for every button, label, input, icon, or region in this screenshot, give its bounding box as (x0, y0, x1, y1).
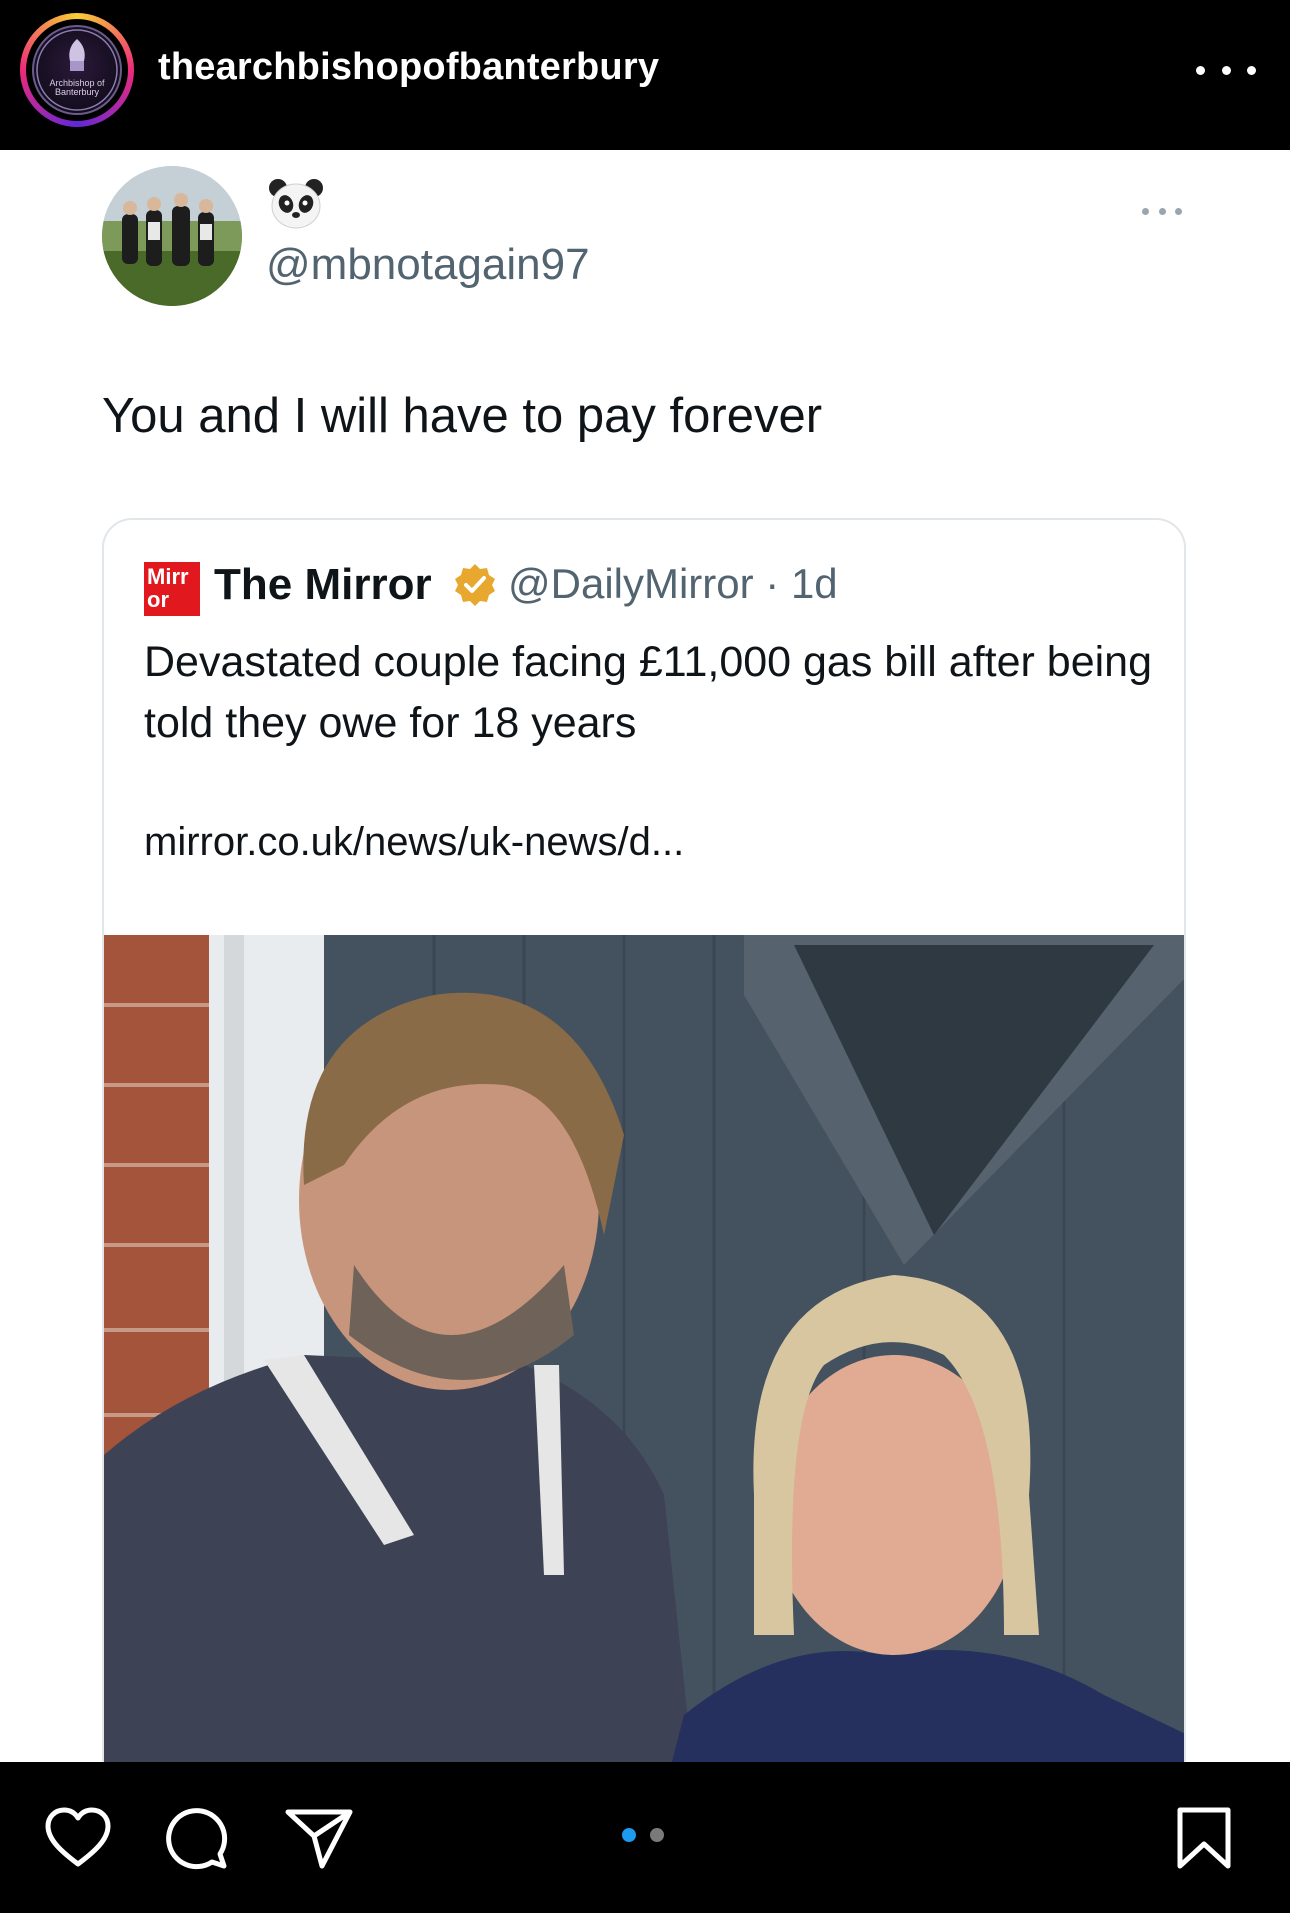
comment-icon[interactable] (164, 1806, 230, 1875)
archbishop-logo-icon: Archbishop of Banterbury (32, 25, 122, 115)
mirror-logo-line1: Mirr (147, 564, 189, 589)
heart-icon[interactable] (42, 1806, 114, 1875)
post-image: @mbnotagain97 You and I will have to pay… (0, 150, 1290, 1868)
profile-avatar-ring[interactable]: Archbishop of Banterbury (20, 13, 134, 127)
bookmark-icon[interactable] (1176, 1806, 1232, 1877)
ig-post-header: Archbishop of Banterbury thearchbishopof… (0, 0, 1290, 150)
article-photo (104, 935, 1184, 1866)
tweet-author-avatar (102, 166, 242, 306)
profile-avatar[interactable]: Archbishop of Banterbury (26, 19, 128, 121)
avatar-logo-text: Archbishop of Banterbury (49, 78, 105, 97)
carousel-dot-active (622, 1828, 636, 1842)
carousel-dot (650, 1828, 664, 1842)
quoted-tweet-card: Mirr or The Mirror @DailyMirror · 1d Dev… (102, 518, 1186, 1868)
more-horizontal-icon[interactable] (1196, 50, 1256, 90)
quoted-author-name: The Mirror (214, 560, 432, 609)
verified-badge-icon (452, 562, 498, 608)
tweet-text: You and I will have to pay forever (102, 389, 823, 443)
share-icon[interactable] (284, 1806, 354, 1875)
quoted-handle-time: @DailyMirror · 1d (508, 560, 838, 607)
profile-username[interactable]: thearchbishopofbanterbury (158, 46, 659, 89)
panda-face-icon (268, 178, 324, 230)
tweet-author-handle: @mbnotagain97 (266, 240, 590, 289)
quoted-link: mirror.co.uk/news/uk-news/d... (144, 820, 685, 864)
mirror-logo: Mirr or (144, 562, 200, 616)
tweet-more-icon (1142, 206, 1182, 216)
post-action-bar (0, 1762, 1290, 1913)
carousel-indicator (622, 1828, 670, 1842)
quoted-headline: Devastated couple facing £11,000 gas bil… (144, 638, 1153, 747)
mirror-logo-line2: or (147, 587, 169, 612)
